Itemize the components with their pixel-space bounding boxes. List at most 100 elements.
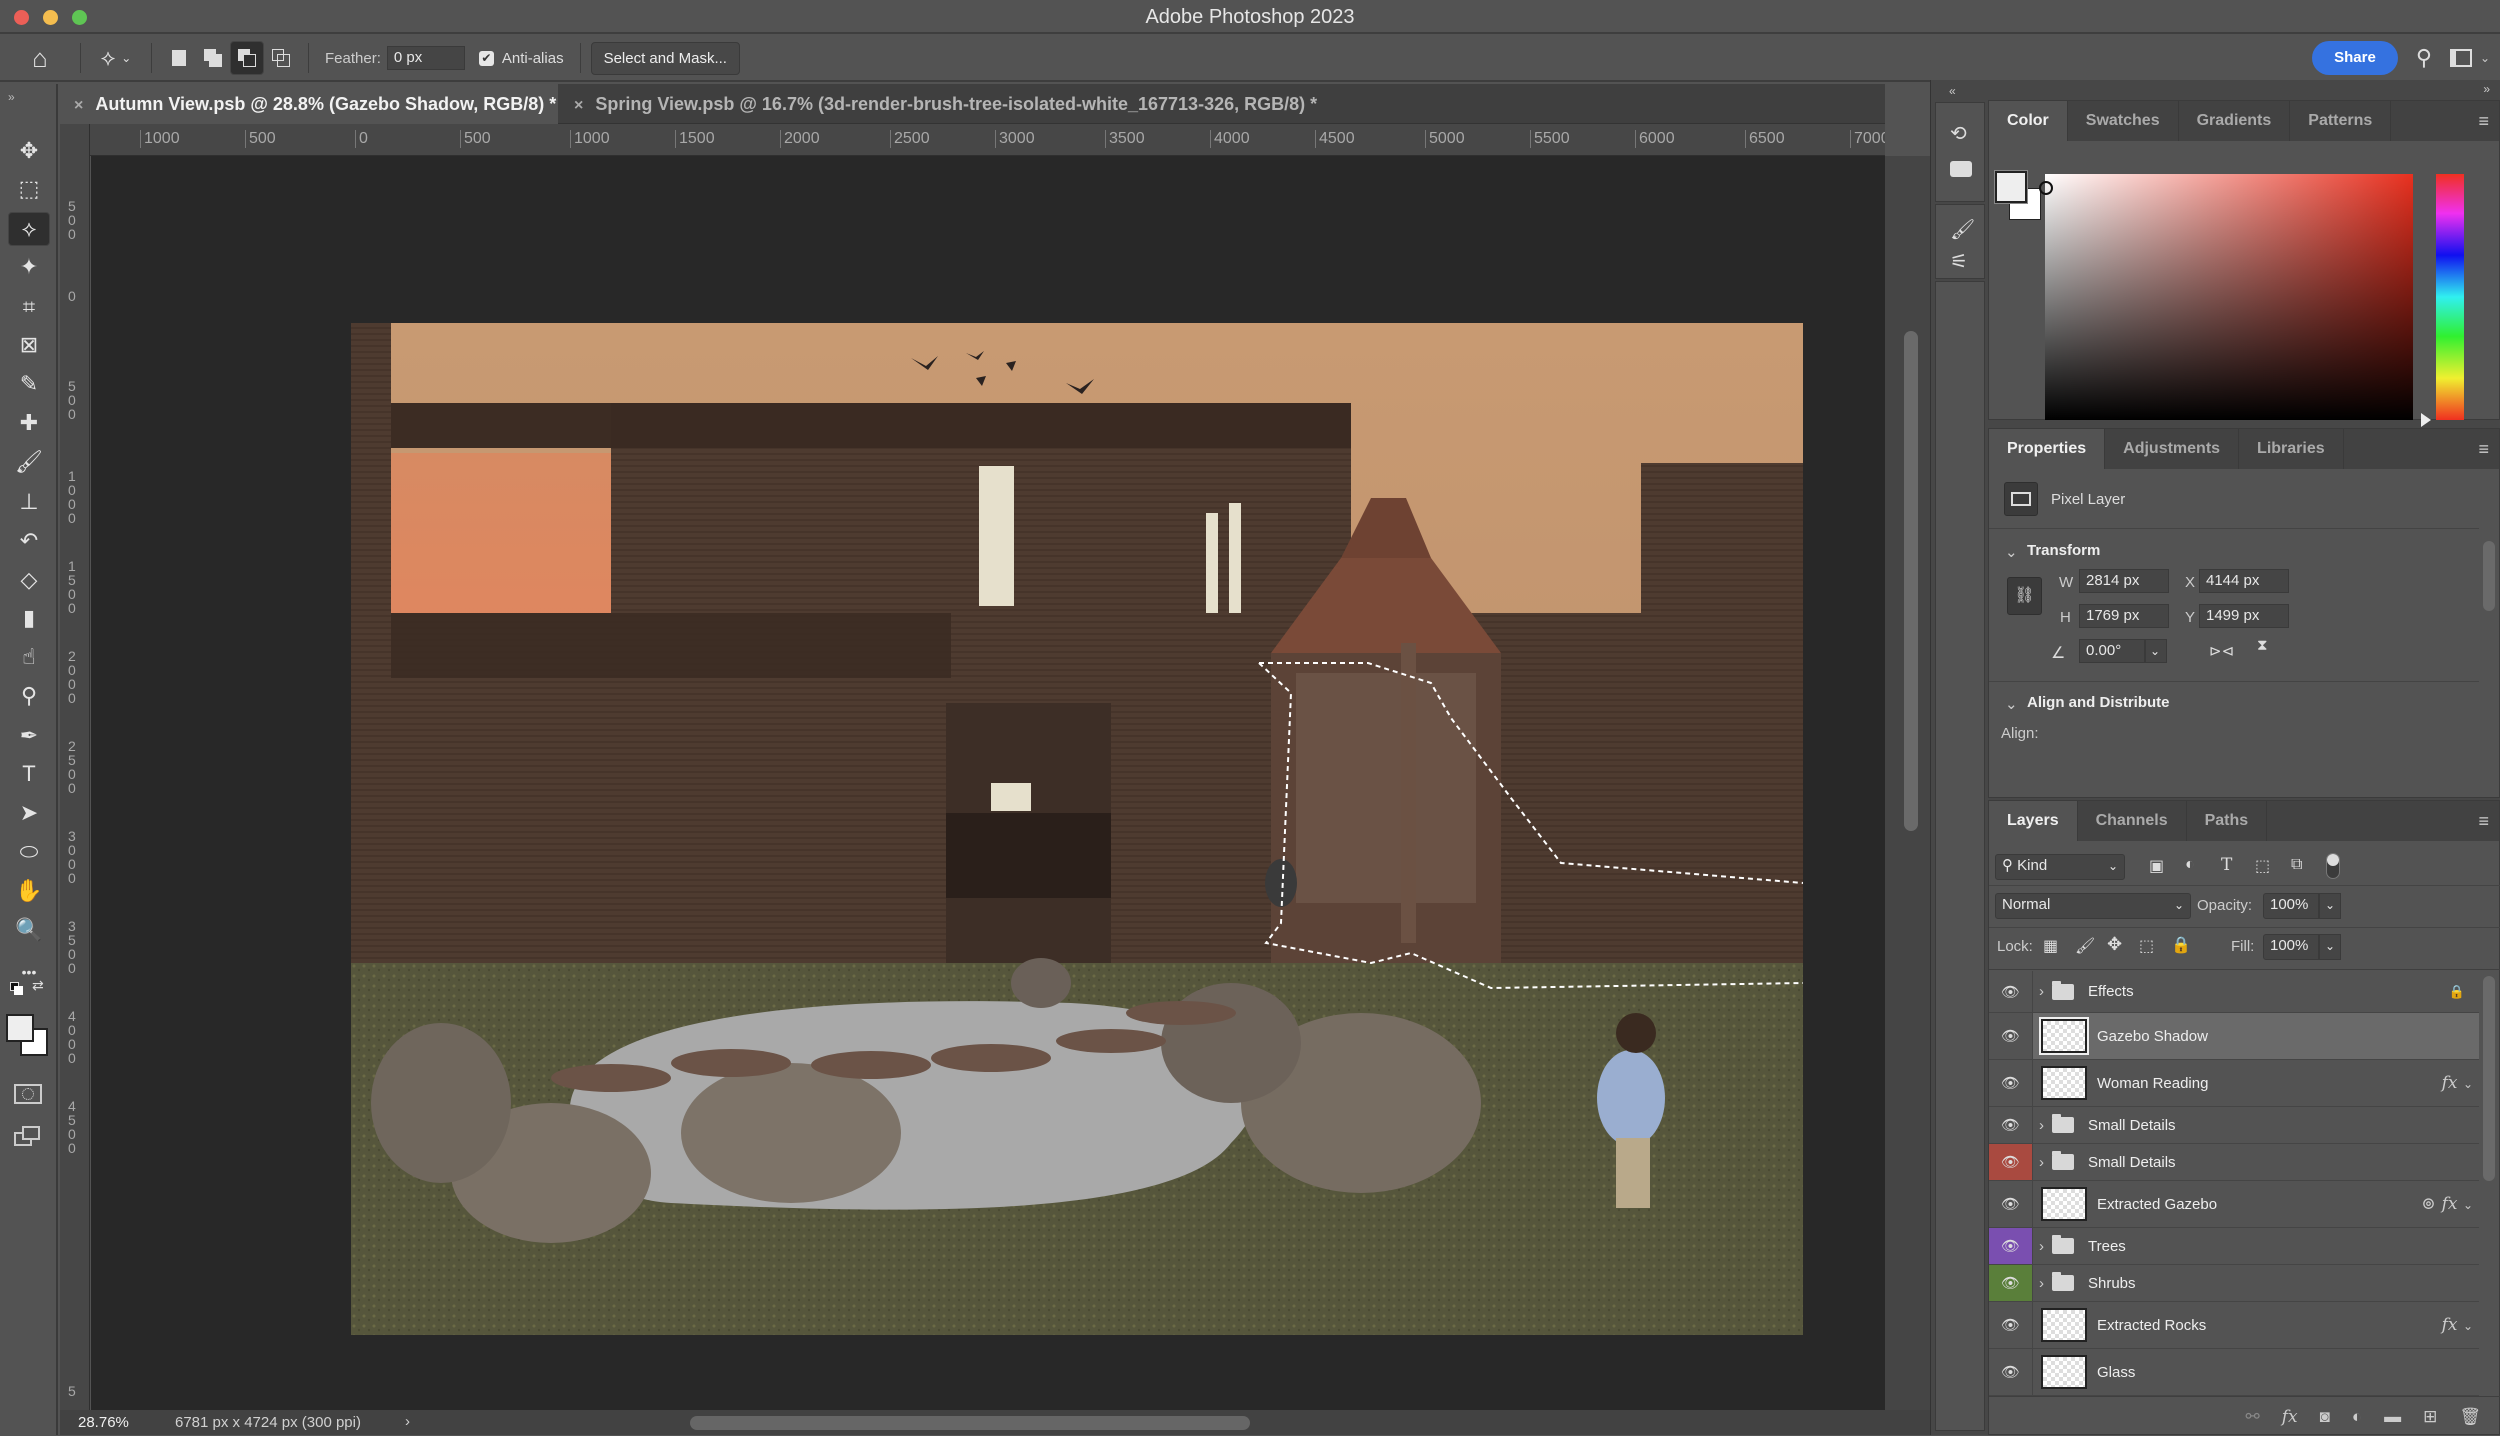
hand-tool[interactable]: ✋ [8,874,50,908]
fill-dropdown[interactable]: ⌄ [2319,934,2341,960]
add-layer-style-icon[interactable]: fx [2282,1407,2298,1427]
new-selection-button[interactable] [162,41,196,75]
quick-mask-button[interactable] [14,1084,42,1104]
layer-name[interactable]: Glass [2097,1364,2135,1381]
marquee-tool[interactable]: ⬚ [8,172,50,206]
visibility-toggle[interactable]: 👁 [1989,1013,2033,1059]
lock-position-icon[interactable]: ✥ [2107,934,2122,955]
visibility-toggle[interactable]: 👁 [1989,1265,2033,1301]
visibility-toggle[interactable]: 👁 [1989,971,2033,1012]
visibility-toggle[interactable]: 👁 [1989,1228,2033,1264]
flip-horizontal-icon[interactable]: ⊳⊲ [2209,642,2234,660]
layer-name[interactable]: Extracted Gazebo [2097,1196,2217,1213]
width-input[interactable]: 2814 px [2079,569,2169,593]
tab-autumn-view[interactable]: × Autumn View.psb @ 28.8% (Gazebo Shadow,… [60,84,558,124]
frame-tool[interactable]: ⊠ [8,328,50,362]
foreground-color-swatch[interactable] [6,1014,34,1042]
expand-group-icon[interactable]: › [2039,1154,2044,1171]
chevron-down-icon[interactable]: ⌄ [2480,51,2490,65]
layer-name[interactable]: Extracted Rocks [2097,1317,2206,1334]
angle-dropdown[interactable]: ⌄ [2145,639,2167,663]
expand-group-icon[interactable]: › [2039,1117,2044,1134]
polygonal-lasso-tool[interactable]: ⟡ [8,212,50,246]
eraser-tool[interactable]: ◇ [8,563,50,597]
tab-patterns[interactable]: Patterns [2290,101,2392,141]
eyedropper-tool[interactable]: ✎ [8,367,50,401]
maximize-window-button[interactable] [72,10,87,25]
filter-pixel-icon[interactable]: ▣ [2149,856,2164,876]
vertical-scroll-thumb[interactable] [1904,331,1918,831]
visibility-toggle[interactable]: 👁 [1989,1181,2033,1227]
tab-layers[interactable]: Layers [1989,801,2078,841]
fill-input[interactable]: 100% [2263,934,2319,960]
layer-row[interactable]: 👁 › Small Details [1989,1107,2479,1144]
subtract-from-selection-button[interactable] [230,41,264,75]
tab-channels[interactable]: Channels [2078,801,2187,841]
tab-properties[interactable]: Properties [1989,429,2106,469]
layer-name[interactable]: Woman Reading [2097,1075,2208,1092]
hue-slider[interactable] [2436,174,2464,420]
layer-name[interactable]: Small Details [2088,1154,2176,1171]
layer-row[interactable]: 👁 › Effects 🔒 [1989,971,2479,1013]
crop-tool[interactable]: ⌗ [8,290,50,324]
clone-stamp-tool[interactable]: ⊥ [8,485,50,519]
tool-preset-picker[interactable]: ⟡ ⌄ [91,41,141,75]
add-mask-icon[interactable]: ◙ [2320,1407,2330,1427]
expand-group-icon[interactable]: › [2039,983,2044,1000]
expand-group-icon[interactable]: › [2039,1275,2044,1292]
horizontal-scroll-thumb[interactable] [690,1416,1250,1430]
share-button[interactable]: Share [2312,41,2398,75]
ellipse-tool[interactable]: ⬭ [8,835,50,869]
layer-filter-kind[interactable]: ⚲ Kind ⌄ [1995,854,2125,880]
foreground-color-chip[interactable] [1994,170,2028,204]
expand-toolbar-icon[interactable]: » [8,90,15,104]
expand-panels-icon[interactable]: » [2483,82,2490,96]
default-colors-icon[interactable] [10,982,23,995]
zoom-level[interactable]: 28.76% [78,1414,129,1431]
brush-settings-icon[interactable]: 🖌 [1950,217,1975,242]
add-to-selection-button[interactable] [196,41,230,75]
panel-menu-icon[interactable]: ≡ [2468,101,2499,141]
height-input[interactable]: 1769 px [2079,604,2169,628]
visibility-toggle[interactable]: 👁 [1989,1302,2033,1348]
magic-wand-tool[interactable]: ✦ [8,250,50,284]
layer-name[interactable]: Effects [2088,983,2134,1000]
tab-paths[interactable]: Paths [2187,801,2268,841]
new-adjustment-layer-icon[interactable]: ◐ [2352,1407,2362,1427]
smudge-tool[interactable]: ☝ [8,640,50,674]
properties-scroll-thumb[interactable] [2483,541,2495,611]
tab-libraries[interactable]: Libraries [2239,429,2344,469]
lock-pixels-icon[interactable]: 🖌 [2075,936,2095,956]
layer-name[interactable]: Small Details [2088,1117,2176,1134]
link-dimensions-button[interactable]: ⛓ [2007,577,2042,615]
visibility-toggle[interactable]: 👁 [1989,1144,2033,1180]
layer-row[interactable]: 👁 › Small Details [1989,1144,2479,1181]
tab-gradients[interactable]: Gradients [2179,101,2291,141]
layers-scroll-thumb[interactable] [2483,976,2495,1181]
blend-mode-select[interactable]: Normal ⌄ [1995,893,2191,919]
opacity-dropdown[interactable]: ⌄ [2319,893,2341,919]
swap-colors-icon[interactable]: ⇄ [32,977,44,994]
document-image[interactable] [351,323,1803,1335]
y-input[interactable]: 1499 px [2199,604,2289,628]
canvas-area[interactable] [91,156,1885,1410]
select-and-mask-button[interactable]: Select and Mask... [590,41,740,75]
history-panel-icon[interactable]: ⟲ [1950,121,1967,146]
lock-artboard-icon[interactable]: ⬚ [2139,936,2154,956]
brush-tool[interactable]: 🖌 [8,445,50,479]
flip-vertical-icon[interactable]: ⧗ [2257,637,2268,654]
tab-adjustments[interactable]: Adjustments [2105,429,2240,469]
link-layers-icon[interactable]: ⚯ [2245,1407,2259,1427]
anti-alias-checkbox[interactable]: ✔ [478,50,494,66]
brushes-panel-icon[interactable]: ⚟ [1950,249,1968,274]
layer-row[interactable]: 👁 › Trees [1989,1228,2479,1265]
layer-row[interactable]: 👁 Woman Reading fx ⌄ [1989,1060,2479,1107]
expand-effects-icon[interactable]: ⌄ [2463,1319,2473,1333]
type-tool[interactable]: T [8,757,50,791]
gradient-tool[interactable]: ▮ [8,601,50,635]
tab-color[interactable]: Color [1989,101,2068,141]
collapse-align-icon[interactable]: ⌄ [2005,695,2018,713]
vertical-ruler[interactable]: 500 0 500 1000 1500 2000 2500 3000 3500 4000 4500 5 [60,124,90,1410]
opacity-input[interactable]: 100% [2263,893,2319,919]
move-tool[interactable]: ✥ [8,134,50,168]
